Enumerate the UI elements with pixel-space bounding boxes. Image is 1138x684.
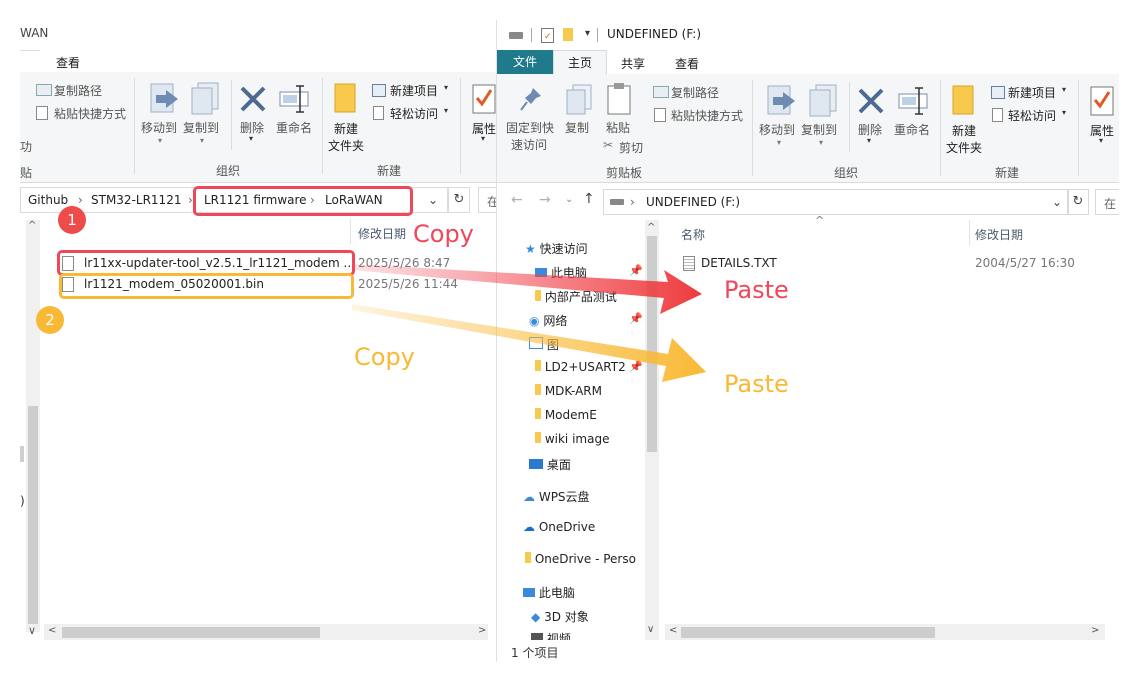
breadcrumb-highlight xyxy=(193,186,413,216)
step-2-badge: 2 xyxy=(36,306,64,334)
paste-label-yellow: Paste xyxy=(724,370,789,398)
red-arrow xyxy=(352,264,702,314)
file2-highlight xyxy=(59,273,354,299)
copy-label-yellow: Copy xyxy=(354,343,415,371)
step-1-badge: 1 xyxy=(58,206,86,234)
copy-label-red: Copy xyxy=(413,220,474,248)
paste-label-red: Paste xyxy=(724,276,789,304)
annotation-arrows xyxy=(352,264,706,382)
